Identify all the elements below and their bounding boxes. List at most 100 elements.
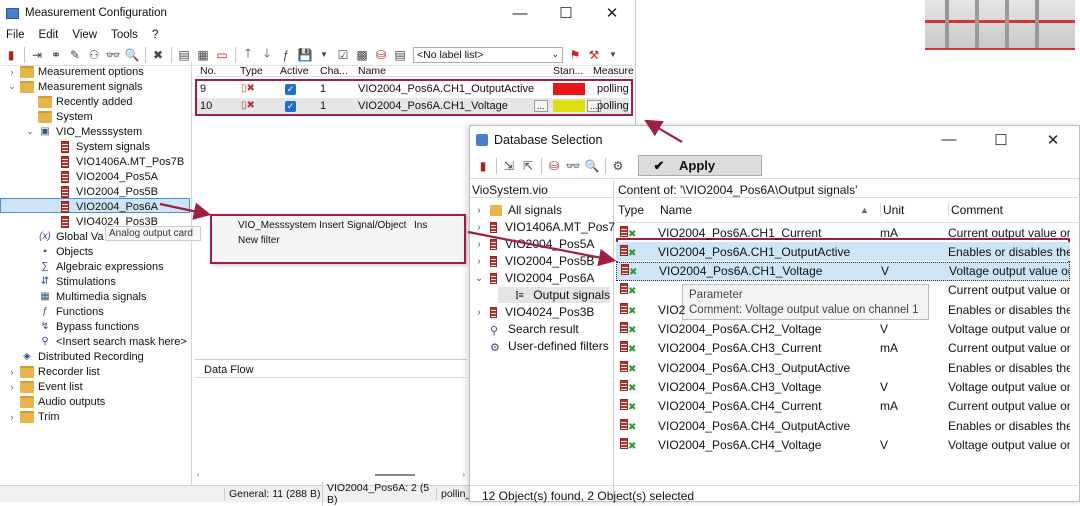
minimize-icon[interactable]: — — [923, 131, 975, 148]
context-menu-item-new-filter[interactable]: New filter — [212, 231, 464, 246]
db-tree-item[interactable]: ⌄ VIO2004_Pos6A — [472, 270, 595, 286]
db-signal-row[interactable]: ✖ VIO2004_Pos6A.CH1_Voltage V Voltage outpu… — [616, 261, 1070, 281]
tree-item[interactable]: VIO1406A.MT_Pos7B — [44, 154, 184, 169]
tree-item[interactable]: (x) Global Va — [24, 229, 103, 244]
column-comment[interactable]: Comment — [948, 203, 1080, 217]
search-icon[interactable]: 🔍 — [123, 46, 141, 64]
apply-button[interactable]: ✔ Apply — [638, 155, 762, 176]
tree-item[interactable]: Audio outputs — [6, 394, 105, 409]
tree-item[interactable]: VIO2004_Pos5B — [44, 184, 158, 199]
db-tree-item[interactable]: › VIO4024_Pos3B — [472, 304, 594, 320]
tree-item[interactable]: System signals — [44, 139, 150, 154]
edit-icon[interactable]: ✎ — [66, 46, 84, 64]
panel-icon[interactable]: ▭ — [213, 46, 231, 64]
binoculars-icon[interactable]: 👓 — [104, 46, 122, 64]
tree-item[interactable]: ⚲ <Insert search mask here> — [24, 334, 187, 349]
expand-chevron-icon[interactable]: › — [472, 256, 486, 267]
active-checkbox[interactable]: ✓ — [285, 84, 296, 95]
menu-tools[interactable]: Tools — [105, 29, 146, 41]
expand-chevron-icon[interactable]: › — [6, 382, 18, 392]
export-icon[interactable]: ⇱ — [519, 157, 537, 175]
grid-column-header[interactable]: Stan... — [553, 65, 583, 77]
insert-icon[interactable]: ⇥ — [28, 46, 46, 64]
grid-column-header[interactable]: Active — [280, 65, 309, 77]
grid-column-header[interactable]: Cha... — [320, 65, 348, 77]
tree-icon[interactable]: ⚇ — [85, 46, 103, 64]
expand-chevron-icon[interactable]: › — [6, 67, 18, 77]
scroll-left-icon[interactable]: ‹ — [197, 470, 200, 479]
tree-item[interactable]: › Trim — [6, 409, 60, 424]
maximize-icon[interactable]: ☐ — [543, 4, 589, 22]
dropdown-arrow-icon[interactable]: ▼ — [604, 46, 622, 64]
menu-view[interactable]: View — [66, 29, 105, 41]
collapse-chevron-icon[interactable]: ⌄ — [24, 126, 36, 137]
grid-column-header[interactable]: Name — [358, 65, 386, 77]
tree-item[interactable]: › Recorder list — [6, 364, 100, 379]
expand-chevron-icon[interactable]: › — [6, 412, 18, 422]
database-icon[interactable]: ⛁ — [372, 46, 390, 64]
db-tree-item[interactable]: › VIO1406A.MT_Pos7 — [472, 219, 615, 235]
signal-row[interactable]: 10 ▯✖ ✓ 1 VIO2004_Pos6A.CH1_Voltage...... pol… — [197, 98, 629, 114]
tree-item[interactable]: ▦ Multimedia signals — [24, 289, 146, 304]
db-tree-item[interactable]: › All signals — [472, 202, 562, 218]
scroll-right-icon[interactable]: › — [462, 470, 465, 479]
minimize-icon[interactable]: — — [497, 5, 543, 22]
menu-help[interactable]: ? — [146, 29, 166, 41]
collapse-chevron-icon[interactable]: ⌄ — [6, 81, 18, 92]
db-signal-row[interactable]: ✖ VIO2004_Pos6A.CH3_OutputActive Enables o… — [616, 358, 1070, 377]
data-flow-scrollbar[interactable]: ‹ › — [195, 470, 467, 480]
expand-chevron-icon[interactable]: › — [6, 367, 18, 377]
db-signal-row[interactable]: ✖ VIO2004_Pos6A.CH1_OutputActive Enables o… — [616, 242, 1070, 262]
tree-item[interactable]: VIO2004_Pos6A — [44, 199, 158, 214]
move-up-icon[interactable]: 🡑 — [239, 46, 257, 64]
db-signal-row[interactable]: ✖ VIO2004_Pos6A.CH4_OutputActive Enables o… — [616, 416, 1070, 435]
tree-item[interactable]: ↯ Bypass functions — [24, 319, 139, 334]
label-list-icon[interactable]: ▤ — [391, 46, 409, 64]
db-tree-item[interactable]: ⚙ User-defined filters — [472, 338, 609, 354]
expand-chevron-icon[interactable]: › — [472, 205, 486, 216]
checkbox-icon[interactable]: ☑ — [334, 46, 352, 64]
signal-tool-icon[interactable]: ▮ — [474, 157, 492, 175]
close-icon[interactable]: ✕ — [1027, 131, 1079, 149]
link-icon[interactable]: ⚭ — [47, 46, 65, 64]
column-type[interactable]: Type — [616, 203, 658, 217]
ellipsis-button[interactable]: ... — [534, 100, 548, 112]
column-unit[interactable]: Unit — [880, 203, 948, 217]
grid-column-header[interactable]: Measure — [593, 65, 634, 77]
db-signal-row[interactable]: ✖ VIO2 Enables or disables the v — [616, 300, 1070, 319]
delete-icon[interactable]: ✖ — [149, 46, 167, 64]
tree-item[interactable]: ∑ Algebraic expressions — [24, 259, 163, 274]
active-checkbox[interactable]: ✓ — [285, 101, 296, 112]
db-signal-row[interactable]: ✖ VIO2004_Pos6A.CH4_Voltage V Voltage outpu… — [616, 435, 1070, 454]
tree-item[interactable]: ▪ Objects — [24, 244, 93, 259]
db-tree-item[interactable]: › VIO2004_Pos5A — [472, 236, 594, 252]
properties-icon[interactable]: ⚙ — [609, 157, 627, 175]
scroll-thumb[interactable] — [375, 474, 415, 476]
import-icon[interactable]: ⇲ — [500, 157, 518, 175]
db-signal-row[interactable]: ✖ VIO2004_Pos6A.CH3_Voltage V Voltage outpu… — [616, 377, 1070, 396]
db-tree-item[interactable]: ⫿≡ Output signals — [498, 287, 610, 303]
db-signal-row[interactable]: ✖ VIO2004_Pos6A.CH4_Current mA Current outp… — [616, 397, 1070, 416]
label-list-select[interactable]: <No label list> ⌄ — [413, 46, 563, 63]
db-signal-row[interactable]: ✖ VIO2004_Pos6A.CH1_Current mA Current outp… — [616, 223, 1070, 242]
tree-item[interactable]: VIO2004_Pos5A — [44, 169, 158, 184]
grid-icon[interactable]: ▩ — [353, 46, 371, 64]
close-icon[interactable]: ✕ — [589, 4, 635, 22]
db-tree-item[interactable]: ⚲ Search result — [472, 321, 579, 337]
db-signal-row[interactable]: ✖ VIO2004_Pos6A.CH3_Current mA Current outp… — [616, 339, 1070, 358]
expand-chevron-icon[interactable]: › — [472, 307, 486, 318]
filter-options-icon[interactable]: ⚒ — [585, 46, 603, 64]
collapse-chevron-icon[interactable]: ⌄ — [472, 273, 486, 284]
tree-item[interactable]: Recently added — [24, 94, 132, 109]
filter-icon[interactable]: ⚑ — [566, 46, 584, 64]
signal-tool-icon[interactable]: ▮ — [2, 46, 20, 64]
save-icon[interactable]: 💾 — [296, 46, 314, 64]
maximize-icon[interactable]: ☐ — [975, 131, 1027, 149]
tree-item[interactable]: ƒ Functions — [24, 304, 103, 319]
search-icon[interactable]: 🔍 — [583, 157, 601, 175]
expand-chevron-icon[interactable]: › — [472, 239, 486, 250]
move-down-icon[interactable]: 🡓 — [258, 46, 276, 64]
database-icon[interactable]: ⛁ — [545, 157, 563, 175]
tree-item[interactable]: › Event list — [6, 379, 83, 394]
grid-column-header[interactable]: Type — [240, 65, 263, 77]
